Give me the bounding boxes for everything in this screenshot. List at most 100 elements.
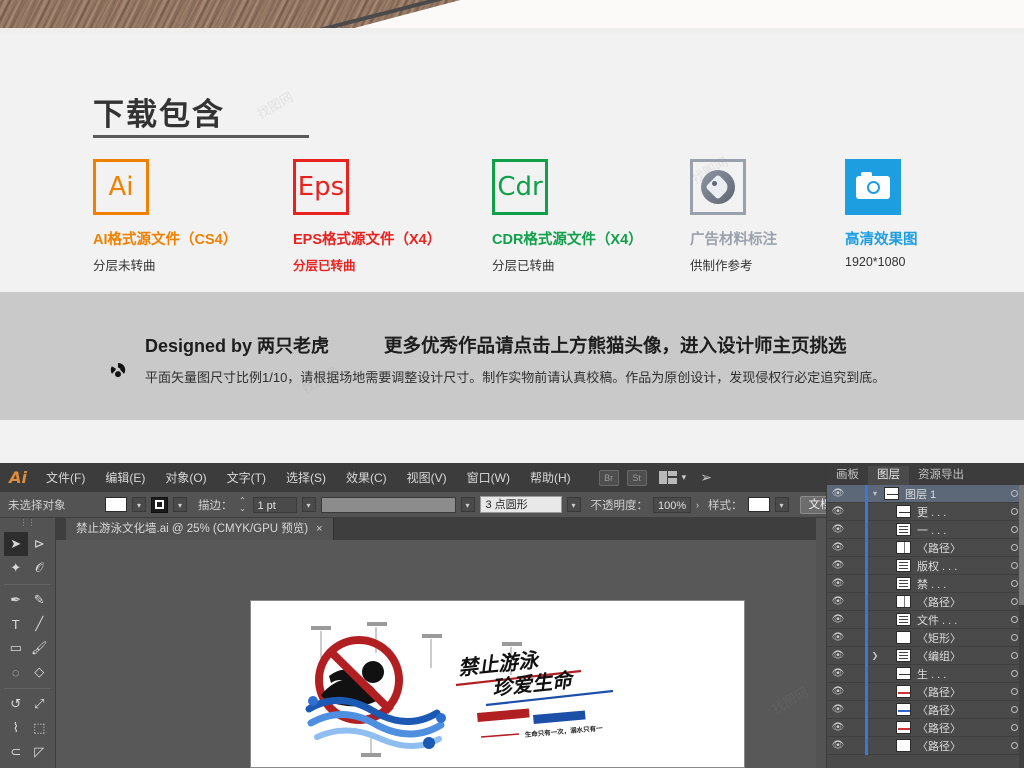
stroke-color-swatch[interactable] xyxy=(151,496,168,513)
layer-row[interactable]: 👁 版权 . . . xyxy=(827,556,1024,575)
layer-row[interactable]: 👁 〈路径〉 xyxy=(827,592,1024,611)
eye-icon[interactable]: 👁 xyxy=(827,614,849,625)
type-tool-icon[interactable]: T xyxy=(4,612,28,636)
eye-icon[interactable]: 👁 xyxy=(827,704,849,715)
layer-row[interactable]: 👁 〈路径〉 xyxy=(827,718,1024,737)
menu-object[interactable]: 对象(O) xyxy=(155,469,216,486)
stock-icon[interactable]: St xyxy=(626,469,647,486)
layer-row[interactable]: 👁 〈路径〉 xyxy=(827,538,1024,557)
eye-icon[interactable]: 👁 xyxy=(827,740,849,751)
arrange-documents-button[interactable]: ▾ xyxy=(658,471,686,484)
canvas-area[interactable]: 禁止游泳 珍爱生命 生命只有一次，溺水只有一 xyxy=(56,540,816,768)
brush-definition-select[interactable]: 3 点圆形 xyxy=(479,496,562,513)
menu-type[interactable]: 文字(T) xyxy=(217,469,276,486)
layer-name[interactable]: 〈路径〉 xyxy=(911,540,1004,556)
chevron-down-icon[interactable]: ▾ xyxy=(868,489,882,498)
layer-name[interactable]: 图层 1 xyxy=(899,486,1004,502)
layer-name[interactable]: 生 . . . xyxy=(911,666,1004,682)
eraser-tool-icon[interactable]: ◇ xyxy=(28,660,52,684)
eye-icon[interactable]: 👁 xyxy=(827,578,849,589)
layer-name[interactable]: 更 . . . xyxy=(911,504,1004,520)
layer-name[interactable]: 〈路径〉 xyxy=(911,594,1004,610)
menu-window[interactable]: 窗口(W) xyxy=(457,469,520,486)
shaper-tool-icon[interactable]: ◌ xyxy=(4,660,28,684)
layer-name[interactable]: 禁 . . . xyxy=(911,576,1004,592)
layer-name[interactable]: 〈路径〉 xyxy=(911,738,1004,754)
perspective-grid-tool-icon[interactable]: ◸ xyxy=(28,740,52,764)
eye-icon[interactable]: 👁 xyxy=(827,542,849,553)
layer-row[interactable]: 👁 一 . . . xyxy=(827,520,1024,539)
layer-name[interactable]: 〈编组〉 xyxy=(911,648,1004,664)
layer-name[interactable]: 〈路径〉 xyxy=(911,684,1004,700)
layer-row[interactable]: 👁 〈矩形〉 xyxy=(827,628,1024,647)
layer-name[interactable]: 文件 . . . xyxy=(911,612,1004,628)
stroke-width-input[interactable]: 1 pt xyxy=(252,496,297,513)
layer-row[interactable]: 👁 ▾ 图层 1 xyxy=(827,484,1024,503)
lasso-tool-icon[interactable]: 𝒪 xyxy=(28,556,52,580)
eye-icon[interactable]: 👁 xyxy=(827,632,849,643)
line-segment-tool-icon[interactable]: ╱ xyxy=(28,612,52,636)
stroke-width-dropdown-icon[interactable]: ▾ xyxy=(301,497,316,512)
layer-row[interactable]: 👁 〈路径〉 xyxy=(827,700,1024,719)
selection-tool-icon[interactable]: ➤ xyxy=(4,532,28,556)
layer-name[interactable]: 〈矩形〉 xyxy=(911,630,1004,646)
menu-file[interactable]: 文件(F) xyxy=(36,469,95,486)
layer-row[interactable]: 👁 生 . . . xyxy=(827,664,1024,683)
style-dropdown-icon[interactable]: ▾ xyxy=(774,497,789,512)
document-tab[interactable]: 禁止游泳文化墙.ai @ 25% (CMYK/GPU 预览) × xyxy=(66,518,334,540)
eye-icon[interactable]: 👁 xyxy=(827,668,849,679)
opacity-expand-icon[interactable]: › xyxy=(696,500,699,510)
direct-selection-tool-icon[interactable]: ⊳ xyxy=(28,532,52,556)
rectangle-tool-icon[interactable]: ▭ xyxy=(4,636,28,660)
opacity-input[interactable]: 100% xyxy=(653,496,691,513)
free-transform-tool-icon[interactable]: ⬚ xyxy=(28,716,52,740)
rocket-icon[interactable]: ➢ xyxy=(700,469,712,486)
eye-icon[interactable]: 👁 xyxy=(827,722,849,733)
tab-layers[interactable]: 图层 xyxy=(868,466,909,485)
paintbrush-tool-icon[interactable]: 🖌 xyxy=(28,636,52,660)
layer-row[interactable]: 👁 禁 . . . xyxy=(827,574,1024,593)
scale-tool-icon[interactable]: ⤢ xyxy=(28,692,52,716)
layer-name[interactable]: 一 . . . xyxy=(911,522,1004,538)
shape-builder-tool-icon[interactable]: ⊂ xyxy=(4,740,28,764)
tab-artboards[interactable]: 画板 xyxy=(827,466,868,485)
brush-dropdown-icon[interactable]: ▾ xyxy=(566,497,581,512)
menu-effect[interactable]: 效果(C) xyxy=(336,469,397,486)
artboard[interactable]: 禁止游泳 珍爱生命 生命只有一次，溺水只有一 xyxy=(250,600,745,768)
chevron-down-icon[interactable]: ❯ xyxy=(868,651,882,660)
layer-row[interactable]: 👁 ❯ 〈编组〉 xyxy=(827,646,1024,665)
scrollbar-thumb[interactable] xyxy=(1019,485,1024,605)
menu-select[interactable]: 选择(S) xyxy=(276,469,336,486)
tools-panel-handle[interactable]: ⋮⋮ xyxy=(0,518,55,530)
menu-help[interactable]: 帮助(H) xyxy=(520,469,581,486)
eye-icon[interactable]: 👁 xyxy=(827,650,849,661)
eye-icon[interactable]: 👁 xyxy=(827,524,849,535)
eye-icon[interactable]: 👁 xyxy=(827,596,849,607)
stroke-dropdown-icon[interactable]: ▾ xyxy=(173,497,187,512)
layers-scrollbar[interactable] xyxy=(1019,485,1024,768)
stroke-profile-dropdown-icon[interactable]: ▾ xyxy=(460,497,475,512)
tab-asset-export[interactable]: 资源导出 xyxy=(909,466,973,485)
layer-name[interactable]: 〈路径〉 xyxy=(911,720,1004,736)
layer-row[interactable]: 👁 更 . . . xyxy=(827,502,1024,521)
curvature-tool-icon[interactable]: ✎ xyxy=(28,588,52,612)
graphic-style-swatch[interactable] xyxy=(747,497,770,512)
pen-tool-icon[interactable]: ✒ xyxy=(4,588,28,612)
close-icon[interactable]: × xyxy=(316,518,322,540)
width-tool-icon[interactable]: ⌇ xyxy=(4,716,28,740)
bridge-icon[interactable]: Br xyxy=(598,469,619,486)
eye-icon[interactable]: 👁 xyxy=(827,560,849,571)
layer-row[interactable]: 👁 〈路径〉 xyxy=(827,736,1024,755)
eye-icon[interactable]: 👁 xyxy=(827,506,849,517)
menu-edit[interactable]: 编辑(E) xyxy=(95,469,155,486)
magic-wand-tool-icon[interactable]: ✦ xyxy=(4,556,28,580)
menu-view[interactable]: 视图(V) xyxy=(397,469,457,486)
layer-row[interactable]: 👁 〈路径〉 xyxy=(827,682,1024,701)
fill-dropdown-icon[interactable]: ▾ xyxy=(132,497,146,512)
layer-row[interactable]: 👁 文件 . . . xyxy=(827,610,1024,629)
eye-icon[interactable]: 👁 xyxy=(827,686,849,697)
layer-name[interactable]: 版权 . . . xyxy=(911,558,1004,574)
rotate-tool-icon[interactable]: ↺ xyxy=(4,692,28,716)
fill-color-swatch[interactable] xyxy=(105,497,127,512)
stroke-profile-field[interactable] xyxy=(320,496,456,513)
